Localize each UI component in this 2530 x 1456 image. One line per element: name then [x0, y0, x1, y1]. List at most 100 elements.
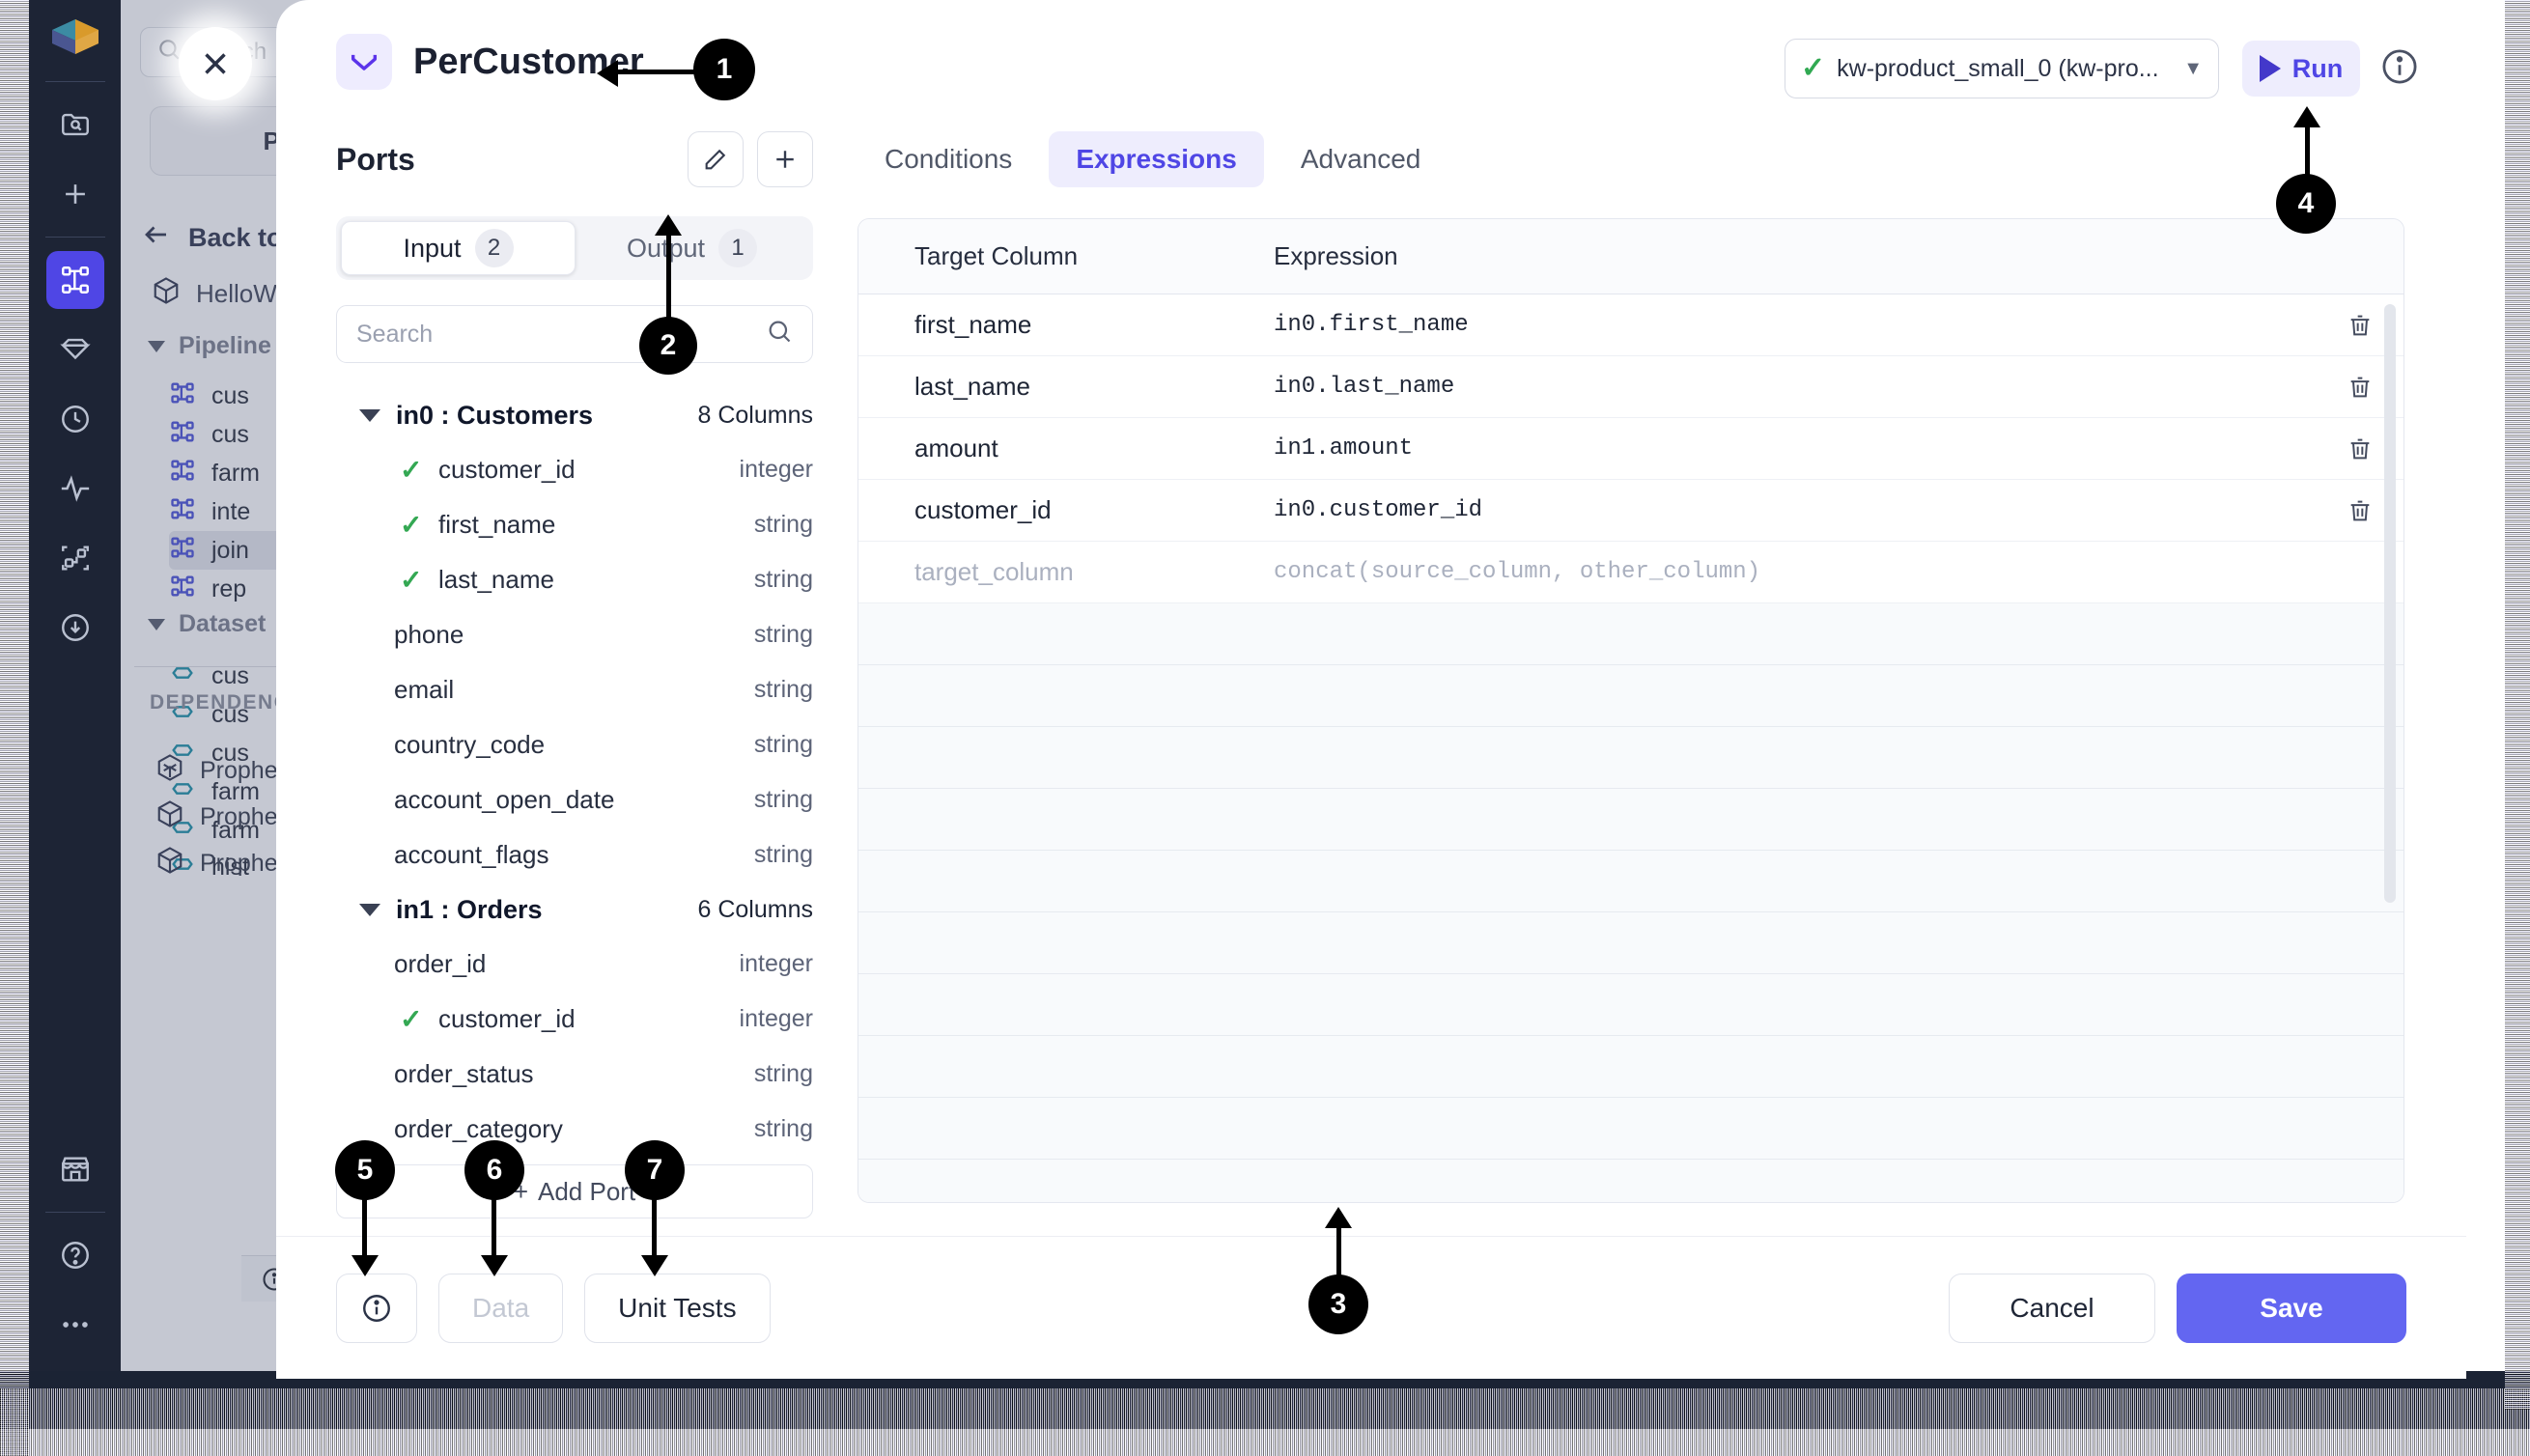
- port-column-row[interactable]: ✓ first_name string: [336, 497, 813, 552]
- port-group-in0[interactable]: in0 : Customers 8 Columns: [336, 388, 813, 442]
- cell-expression[interactable]: in0.customer_id: [1274, 497, 2317, 523]
- chevron-down-icon: [148, 340, 165, 352]
- ports-search-input[interactable]: Search: [336, 305, 813, 363]
- add-port-button[interactable]: [757, 131, 813, 187]
- port-column-row[interactable]: order_category string: [336, 1102, 813, 1157]
- annotation-arrowhead: [481, 1255, 508, 1276]
- more-options-icon[interactable]: [46, 1296, 104, 1354]
- port-column-row[interactable]: country_code string: [336, 717, 813, 772]
- table-row[interactable]: first_name in0.first_name: [858, 294, 2404, 356]
- back-to-button[interactable]: Back to: [142, 220, 283, 256]
- table-row[interactable]: amount in1.amount: [858, 418, 2404, 480]
- close-dialog-button[interactable]: [179, 27, 252, 100]
- annotation-arrowhead: [655, 214, 682, 236]
- port-group-in1[interactable]: in1 : Orders 6 Columns: [336, 882, 813, 937]
- data-button[interactable]: Data: [438, 1273, 564, 1343]
- tab-conditions[interactable]: Conditions: [857, 131, 1039, 187]
- cell-expression[interactable]: in0.first_name: [1274, 312, 2317, 338]
- explorer-group-pipelines[interactable]: Pipeline: [148, 332, 271, 360]
- cancel-button[interactable]: Cancel: [1949, 1273, 2155, 1343]
- table-row-placeholder[interactable]: target_column concat(source_column, othe…: [858, 542, 2404, 603]
- port-column-row[interactable]: order_status string: [336, 1047, 813, 1102]
- cell-expression-placeholder[interactable]: concat(source_column, other_column): [1274, 559, 2317, 585]
- sidebar-item-lineage[interactable]: [46, 529, 104, 587]
- table-row-empty: [858, 1098, 2404, 1160]
- port-column-row[interactable]: ✓ last_name string: [336, 552, 813, 607]
- sidebar-item-marketplace[interactable]: [46, 1140, 104, 1198]
- run-label: Run: [2291, 53, 2344, 83]
- pipeline-icon: [169, 379, 196, 413]
- port-column-row[interactable]: ✓ customer_id integer: [336, 442, 813, 497]
- tab-output[interactable]: Output 1: [576, 221, 808, 275]
- port-column-row[interactable]: ✓ customer_id integer: [336, 992, 813, 1047]
- annotation-line: [616, 70, 703, 74]
- tab-advanced[interactable]: Advanced: [1274, 131, 1448, 187]
- unit-tests-button[interactable]: Unit Tests: [584, 1273, 771, 1343]
- ports-title: Ports: [336, 141, 415, 177]
- table-row-empty: [858, 603, 2404, 665]
- pipeline-icon: [169, 495, 196, 529]
- sidebar-divider: [44, 81, 105, 82]
- cell-expression[interactable]: in1.amount: [1274, 435, 2317, 462]
- expressions-panel: Conditions Expressions Advanced Target C…: [836, 124, 2466, 1236]
- run-button[interactable]: Run: [2242, 41, 2360, 97]
- table-row[interactable]: last_name in0.last_name: [858, 356, 2404, 418]
- cell-expression[interactable]: in0.last_name: [1274, 374, 2317, 400]
- cell-target-column-placeholder[interactable]: target_column: [858, 557, 1274, 587]
- add-port-row-button[interactable]: + Add Port: [336, 1164, 813, 1218]
- port-group-name: in0 : Customers: [396, 400, 594, 430]
- annotation-marker-1: 1: [693, 39, 755, 100]
- dependency-item[interactable]: Prophe: [155, 846, 278, 882]
- table-row-empty: [858, 665, 2404, 727]
- sidebar-item-datasets[interactable]: [46, 321, 104, 378]
- dependencies-header: DEPENDENC: [150, 691, 291, 714]
- sidebar-item-releases[interactable]: [46, 599, 104, 657]
- check-icon: ✓: [400, 455, 423, 485]
- sidebar-item-history[interactable]: [46, 390, 104, 448]
- dependency-item[interactable]: Prophe: [155, 799, 278, 835]
- project-root-item[interactable]: HelloW: [152, 276, 277, 312]
- dialog-body: Ports Input 2 1 Search in0: Customers 8…: [276, 124, 2466, 1236]
- explorer-group-datasets[interactable]: Dataset: [148, 610, 266, 638]
- port-column-row[interactable]: email string: [336, 662, 813, 717]
- ports-tab-group: Input 2 Output 1: [336, 216, 813, 280]
- table-row[interactable]: customer_id in0.customer_id: [858, 480, 2404, 542]
- cell-target-column[interactable]: last_name: [858, 372, 1274, 402]
- help-icon[interactable]: [46, 1226, 104, 1284]
- port-column-row[interactable]: account_open_date string: [336, 772, 813, 827]
- tab-input[interactable]: Input 2: [341, 221, 576, 275]
- pipeline-icon: [169, 457, 196, 490]
- save-button[interactable]: Save: [2177, 1273, 2406, 1343]
- dependency-item[interactable]: Prophe: [155, 753, 278, 789]
- pipeline-icon: [169, 418, 196, 452]
- sidebar-item-pipelines[interactable]: [45, 251, 104, 309]
- chevron-down-icon: ▼: [2183, 57, 2203, 79]
- annotation-marker-5: 5: [335, 1140, 395, 1200]
- port-column-row[interactable]: order_id integer: [336, 937, 813, 992]
- table-row-empty: [858, 727, 2404, 789]
- sidebar-item-monitoring[interactable]: [46, 460, 104, 518]
- edit-ports-button[interactable]: [688, 131, 744, 187]
- tab-expressions[interactable]: Expressions: [1049, 131, 1264, 187]
- cell-target-column[interactable]: amount: [858, 434, 1274, 463]
- cell-target-column[interactable]: customer_id: [858, 495, 1274, 525]
- cell-target-column[interactable]: first_name: [858, 310, 1274, 340]
- annotation-arrowhead: [1325, 1207, 1352, 1228]
- port-group-count: 6 Columns: [697, 895, 814, 923]
- chevron-down-icon: [359, 903, 380, 916]
- header-info-icon[interactable]: [2379, 46, 2420, 87]
- add-icon[interactable]: [46, 165, 104, 223]
- port-column-row[interactable]: account_flags string: [336, 827, 813, 882]
- column-header-expression: Expression: [1274, 241, 1398, 270]
- check-icon: ✓: [400, 510, 423, 540]
- environment-select[interactable]: ✓ kw-product_small_0 (kw-pro... ▼: [1785, 39, 2219, 98]
- ports-header: Ports: [336, 124, 813, 195]
- screenshot-root: Search Proje Back to HelloW Pipeline: [0, 0, 2530, 1456]
- port-column-row[interactable]: phone string: [336, 607, 813, 662]
- dialog-footer: Data Unit Tests Cancel Save: [276, 1236, 2466, 1379]
- add-port-label: Add Port: [538, 1176, 636, 1206]
- browse-folder-icon[interactable]: [46, 96, 104, 154]
- table-scrollbar[interactable]: [2384, 304, 2396, 903]
- table-row-empty: [858, 974, 2404, 1036]
- info-button[interactable]: [336, 1273, 417, 1343]
